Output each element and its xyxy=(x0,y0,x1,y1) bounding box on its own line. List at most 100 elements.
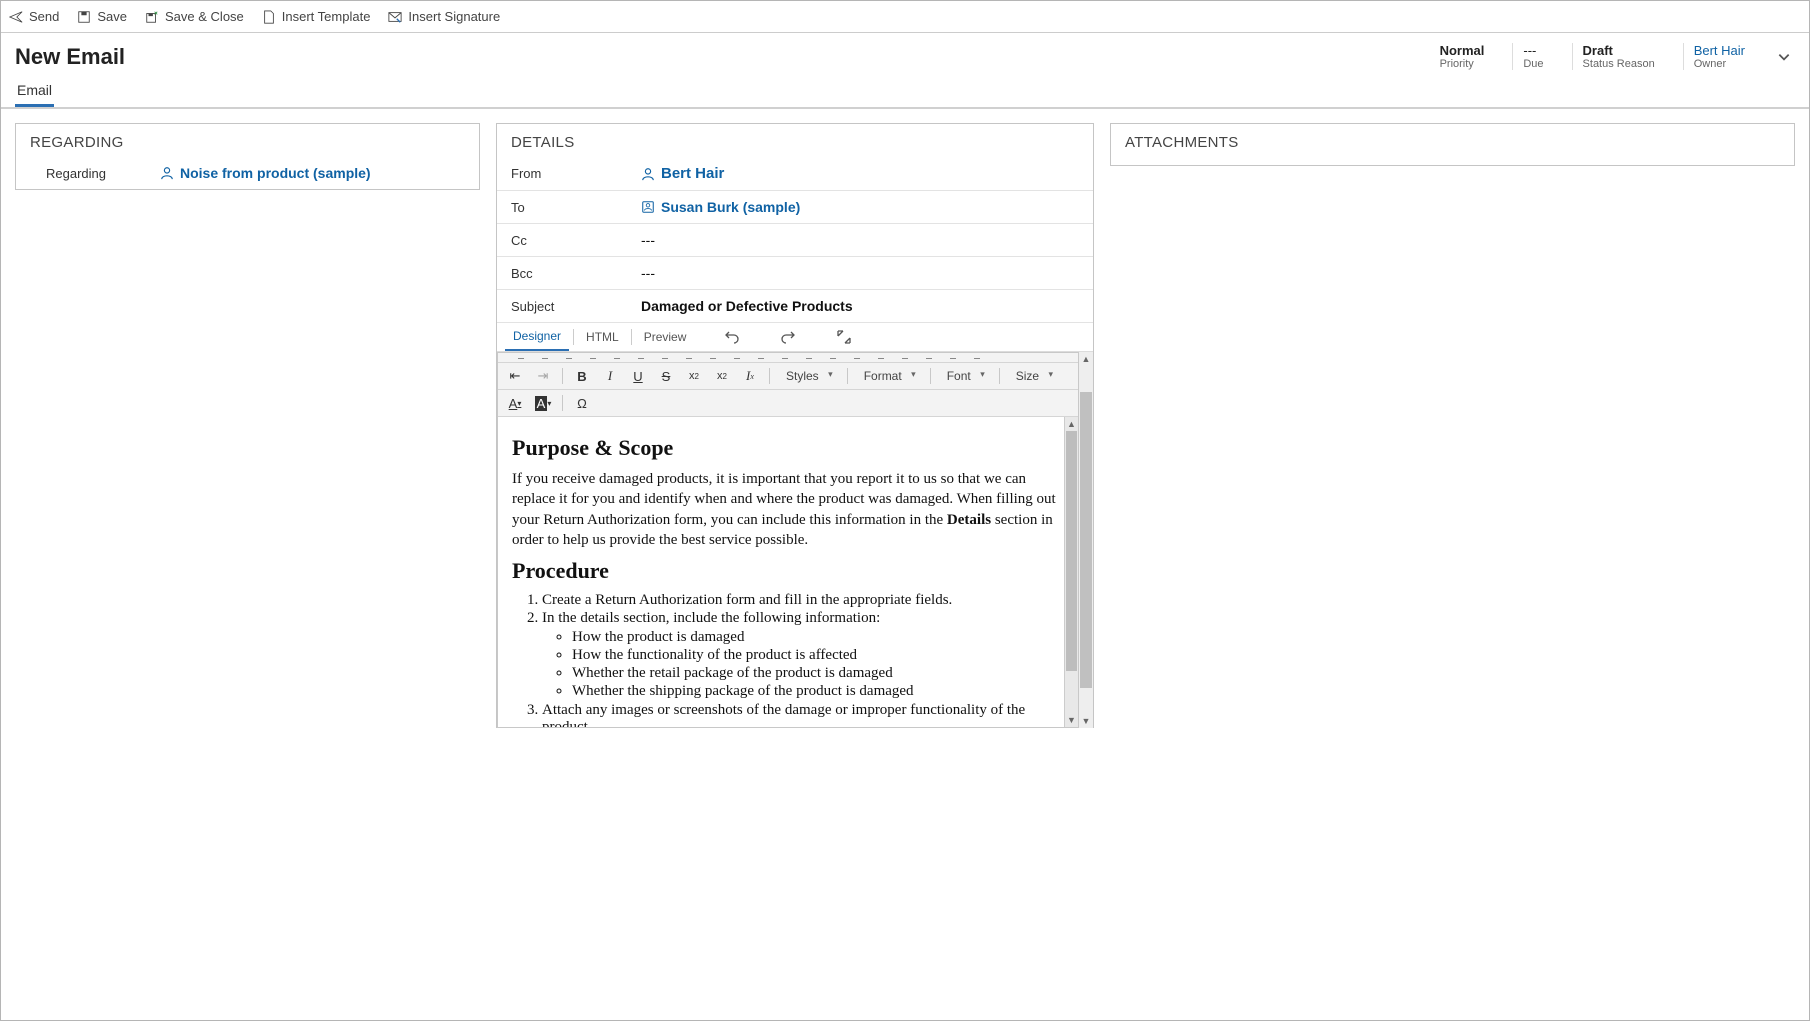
cc-value: --- xyxy=(641,232,1079,248)
bcc-value: --- xyxy=(641,265,1079,281)
tab-designer[interactable]: Designer xyxy=(505,323,569,351)
from-link-text: Bert Hair xyxy=(661,165,724,182)
editor-tabs: Designer HTML Preview xyxy=(497,323,1093,352)
due-field[interactable]: --- Due xyxy=(1512,43,1553,70)
save-label: Save xyxy=(97,9,127,24)
scroll-down-icon[interactable]: ▼ xyxy=(1079,714,1093,728)
scroll-up-icon[interactable]: ▲ xyxy=(1065,417,1078,431)
subject-field[interactable]: Subject Damaged or Defective Products xyxy=(497,290,1093,323)
tab-html[interactable]: HTML xyxy=(578,324,627,350)
tab-email[interactable]: Email xyxy=(15,74,54,107)
save-close-button[interactable]: Save & Close xyxy=(145,9,244,24)
regarding-column: REGARDING Regarding Noise from product (… xyxy=(15,123,480,984)
size-dropdown[interactable]: Size xyxy=(1010,367,1057,385)
regarding-value[interactable]: Noise from product (sample) xyxy=(160,165,465,181)
bg-color-button[interactable]: A▾ xyxy=(534,394,552,412)
scroll-thumb[interactable] xyxy=(1066,431,1077,671)
insert-signature-label: Insert Signature xyxy=(408,9,500,24)
body-paragraph-1: If you receive damaged products, it is i… xyxy=(512,469,1064,550)
fullscreen-button[interactable] xyxy=(836,329,852,345)
scroll-up-icon[interactable]: ▲ xyxy=(1079,352,1093,366)
attachments-panel[interactable]: ATTACHMENTS xyxy=(1110,123,1795,166)
format-dropdown[interactable]: Format xyxy=(858,367,920,385)
body-ordered-list: Create a Return Authorization form and f… xyxy=(542,592,1064,727)
separator xyxy=(573,329,574,345)
outdent-button[interactable]: ⇤ xyxy=(506,367,524,385)
person-icon xyxy=(160,166,174,180)
superscript-button[interactable]: x2 xyxy=(713,367,731,385)
rte-toolbar-row-1 xyxy=(498,353,1078,363)
to-link-text: Susan Burk (sample) xyxy=(661,199,800,215)
subject-label: Subject xyxy=(511,299,641,314)
list-item: Whether the retail package of the produc… xyxy=(572,665,1064,682)
scroll-thumb[interactable] xyxy=(1080,392,1092,688)
cc-label: Cc xyxy=(511,233,641,248)
redo-button[interactable] xyxy=(780,329,796,345)
inner-scrollbar[interactable]: ▲ ▼ xyxy=(1064,417,1078,727)
rich-text-editor: ⇤ ⇥ B I U S x2 x2 Ix Styles Format xyxy=(497,352,1079,728)
rte-toolbar: ⇤ ⇥ B I U S x2 x2 Ix Styles Format xyxy=(498,353,1078,417)
text-color-button[interactable]: A▾ xyxy=(506,394,524,412)
regarding-link-text: Noise from product (sample) xyxy=(180,165,371,181)
expand-header-button[interactable] xyxy=(1773,50,1795,64)
list-item: Attach any images or screenshots of the … xyxy=(542,702,1064,727)
rte-toolbar-row-2: ⇤ ⇥ B I U S x2 x2 Ix Styles Format xyxy=(498,363,1078,389)
body-heading-2: Procedure xyxy=(512,558,1064,584)
person-icon xyxy=(641,167,655,181)
list-item: Whether the shipping package of the prod… xyxy=(572,683,1064,700)
due-label: Due xyxy=(1523,58,1543,70)
font-dropdown[interactable]: Font xyxy=(941,367,989,385)
tab-preview[interactable]: Preview xyxy=(636,324,695,350)
from-value[interactable]: Bert Hair xyxy=(641,165,1079,182)
insert-template-button[interactable]: Insert Template xyxy=(262,9,371,24)
list-item: How the product is damaged xyxy=(572,629,1064,646)
contact-icon xyxy=(641,200,655,214)
from-label: From xyxy=(511,166,641,181)
header-meta: Normal Priority --- Due Draft Status Rea… xyxy=(1430,43,1795,70)
underline-button[interactable]: U xyxy=(629,367,647,385)
status-label: Status Reason xyxy=(1583,58,1655,70)
save-close-icon xyxy=(145,10,159,24)
indent-button[interactable]: ⇥ xyxy=(534,367,552,385)
outer-scrollbar[interactable]: ▲ ▼ xyxy=(1079,352,1093,728)
clear-format-button[interactable]: Ix xyxy=(741,367,759,385)
owner-field[interactable]: Bert Hair Owner xyxy=(1683,43,1755,70)
bold-button[interactable]: B xyxy=(573,367,591,385)
save-close-label: Save & Close xyxy=(165,9,244,24)
attachments-title: ATTACHMENTS xyxy=(1111,124,1794,165)
subject-value: Damaged or Defective Products xyxy=(641,298,1079,314)
editor-body[interactable]: Purpose & Scope If you receive damaged p… xyxy=(498,417,1078,727)
priority-label: Priority xyxy=(1440,58,1485,70)
from-field[interactable]: From Bert Hair xyxy=(497,157,1093,191)
priority-field[interactable]: Normal Priority xyxy=(1430,43,1495,70)
details-title: DETAILS xyxy=(497,124,1093,157)
undo-button[interactable] xyxy=(724,329,740,345)
regarding-field[interactable]: Regarding Noise from product (sample) xyxy=(16,157,479,189)
save-button[interactable]: Save xyxy=(77,9,127,24)
send-icon xyxy=(9,10,23,24)
main-content: REGARDING Regarding Noise from product (… xyxy=(1,109,1809,998)
body-sub-list: How the product is damaged How the funct… xyxy=(572,629,1064,700)
scroll-down-icon[interactable]: ▼ xyxy=(1065,713,1078,727)
rte-toolbar-row-3: A▾ A▾ Ω xyxy=(498,389,1078,416)
bcc-field[interactable]: Bcc --- xyxy=(497,257,1093,290)
insert-signature-button[interactable]: Insert Signature xyxy=(388,9,500,24)
editor-outer: ⇤ ⇥ B I U S x2 x2 Ix Styles Format xyxy=(497,352,1093,728)
italic-button[interactable]: I xyxy=(601,367,619,385)
cc-field[interactable]: Cc --- xyxy=(497,224,1093,257)
send-button[interactable]: Send xyxy=(9,9,59,24)
status-value: Draft xyxy=(1583,43,1655,58)
strike-button[interactable]: S xyxy=(657,367,675,385)
separator xyxy=(631,329,632,345)
styles-dropdown[interactable]: Styles xyxy=(780,367,837,385)
to-value[interactable]: Susan Burk (sample) xyxy=(641,199,1079,215)
status-field[interactable]: Draft Status Reason xyxy=(1572,43,1665,70)
regarding-panel: REGARDING Regarding Noise from product (… xyxy=(15,123,480,190)
template-icon xyxy=(262,10,276,24)
special-char-button[interactable]: Ω xyxy=(573,394,591,412)
tab-strip: Email xyxy=(1,74,1809,109)
to-field[interactable]: To Susan Burk (sample) xyxy=(497,191,1093,224)
list-item: How the functionality of the product is … xyxy=(572,647,1064,664)
details-panel: DETAILS From Bert Hair To Susan Burk (sa… xyxy=(496,123,1094,728)
subscript-button[interactable]: x2 xyxy=(685,367,703,385)
